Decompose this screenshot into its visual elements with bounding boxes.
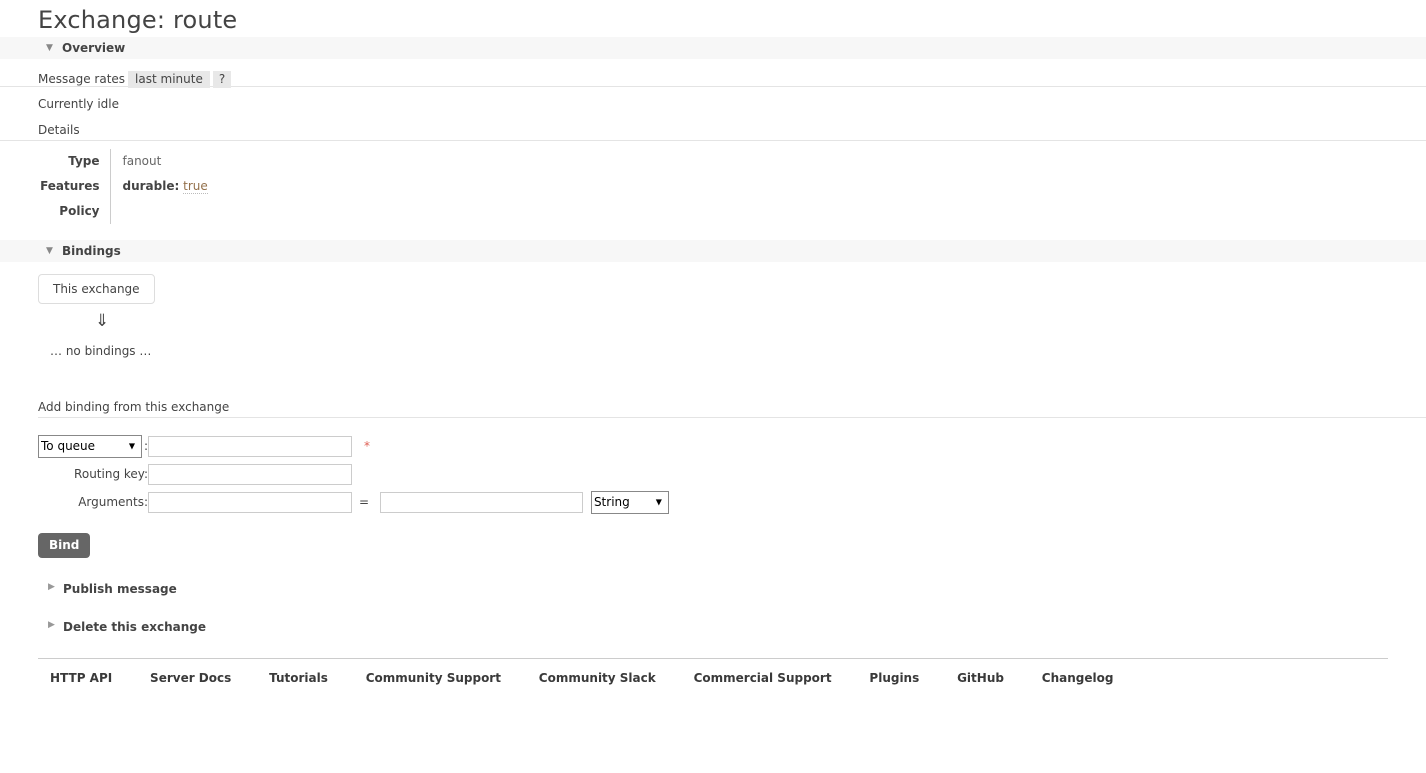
footer-link-github[interactable]: GitHub — [957, 671, 1004, 685]
equals-sign: = — [359, 495, 370, 510]
message-rates-label: Message rates — [38, 71, 126, 86]
footer-link-community-slack[interactable]: Community Slack — [539, 671, 656, 685]
chevron-right-icon: ▶ — [48, 581, 55, 592]
form-row-destination: To queue ▼ : * — [38, 432, 669, 461]
argument-key-cell — [148, 488, 353, 517]
table-row: Policy — [38, 198, 208, 224]
destination-select-cell: To queue ▼ : — [38, 432, 148, 461]
add-binding-label: Add binding from this exchange — [38, 400, 1426, 418]
chevron-down-icon: ▼ — [46, 42, 53, 53]
no-bindings-text: … no bindings … — [50, 343, 152, 358]
bindings-diagram: This exchange ⇓ … no bindings … — [0, 262, 1426, 358]
detail-label-policy: Policy — [38, 198, 111, 224]
destination-input[interactable] — [148, 435, 353, 457]
section-title-overview: Overview — [62, 40, 126, 55]
footer-link-server-docs[interactable]: Server Docs — [150, 671, 231, 685]
idle-status-text: Currently idle — [38, 96, 119, 111]
argument-key-input[interactable] — [148, 491, 353, 513]
footer-links: HTTP API Server Docs Tutorials Community… — [38, 657, 1388, 685]
section-delete-exchange[interactable]: ▶ Delete this exchange — [48, 620, 1426, 634]
argument-value-cell: = — [352, 488, 583, 517]
detail-label-type: Type — [38, 148, 111, 174]
routing-key-input-cell — [148, 461, 353, 488]
this-exchange-node: This exchange — [38, 273, 155, 304]
add-binding-form: To queue ▼ : * Routing key: Arguments: =… — [0, 432, 1426, 558]
argument-value-input[interactable] — [379, 491, 583, 513]
page-container: Exchange: route ▼ Overview Message rates… — [0, 0, 1426, 685]
required-marker: * — [364, 439, 371, 454]
form-row-arguments: Arguments: = String ▼ — [38, 488, 669, 517]
destination-type-select[interactable]: To queue — [38, 434, 142, 458]
destination-select-wrap: To queue ▼ — [38, 434, 142, 458]
argument-type-cell: String ▼ — [583, 488, 669, 517]
details-table: Type fanout Features durable: true Polic… — [38, 148, 208, 224]
spacer-cell — [583, 432, 669, 461]
detail-label-features: Features — [38, 173, 111, 199]
footer-link-community-support[interactable]: Community Support — [366, 671, 501, 685]
chevron-right-icon: ▶ — [48, 619, 55, 630]
section-delete-exchange-label: Delete this exchange — [63, 619, 207, 634]
footer-link-tutorials[interactable]: Tutorials — [269, 671, 328, 685]
message-rates-row: Message rates last minute? — [0, 59, 1426, 88]
down-arrow-icon: ⇓ — [94, 310, 110, 331]
table-row: Features durable: true — [38, 173, 208, 199]
table-row: Type fanout — [38, 148, 208, 174]
section-header-overview[interactable]: ▼ Overview — [0, 36, 1426, 59]
detail-value-type: fanout — [122, 154, 162, 169]
binding-form-table: To queue ▼ : * Routing key: Arguments: =… — [38, 432, 669, 517]
details-label: Details — [0, 111, 1426, 141]
routing-key-input[interactable] — [148, 463, 353, 485]
rate-period-tab[interactable]: last minute — [128, 70, 210, 88]
spacer-cell — [583, 461, 669, 488]
footer-link-changelog[interactable]: Changelog — [1042, 671, 1114, 685]
feature-value: true — [183, 179, 208, 195]
required-marker-cell: * — [352, 432, 583, 461]
destination-input-cell — [148, 432, 353, 461]
page-title: Exchange: route — [38, 6, 238, 34]
help-icon[interactable]: ? — [212, 70, 232, 88]
footer-link-plugins[interactable]: Plugins — [869, 671, 919, 685]
feature-key: durable: — [122, 179, 180, 194]
argument-type-select[interactable]: String — [590, 490, 669, 514]
chevron-down-icon: ▼ — [46, 245, 53, 256]
section-header-bindings[interactable]: ▼ Bindings — [0, 239, 1426, 262]
bind-button[interactable]: Bind — [38, 532, 91, 558]
section-title-bindings: Bindings — [62, 243, 121, 258]
footer-link-commercial-support[interactable]: Commercial Support — [694, 671, 832, 685]
arguments-label: Arguments: — [78, 495, 149, 510]
detail-value-policy — [110, 199, 208, 224]
spacer-cell — [352, 461, 583, 488]
argument-type-select-wrap: String ▼ — [590, 490, 669, 514]
section-publish-message-label: Publish message — [63, 581, 177, 596]
form-row-routing-key: Routing key: — [38, 461, 669, 488]
routing-key-label: Routing key: — [74, 467, 149, 482]
footer-link-http-api[interactable]: HTTP API — [50, 671, 112, 685]
detail-value-features: durable: true — [110, 174, 208, 199]
section-publish-message[interactable]: ▶ Publish message — [48, 582, 1426, 596]
